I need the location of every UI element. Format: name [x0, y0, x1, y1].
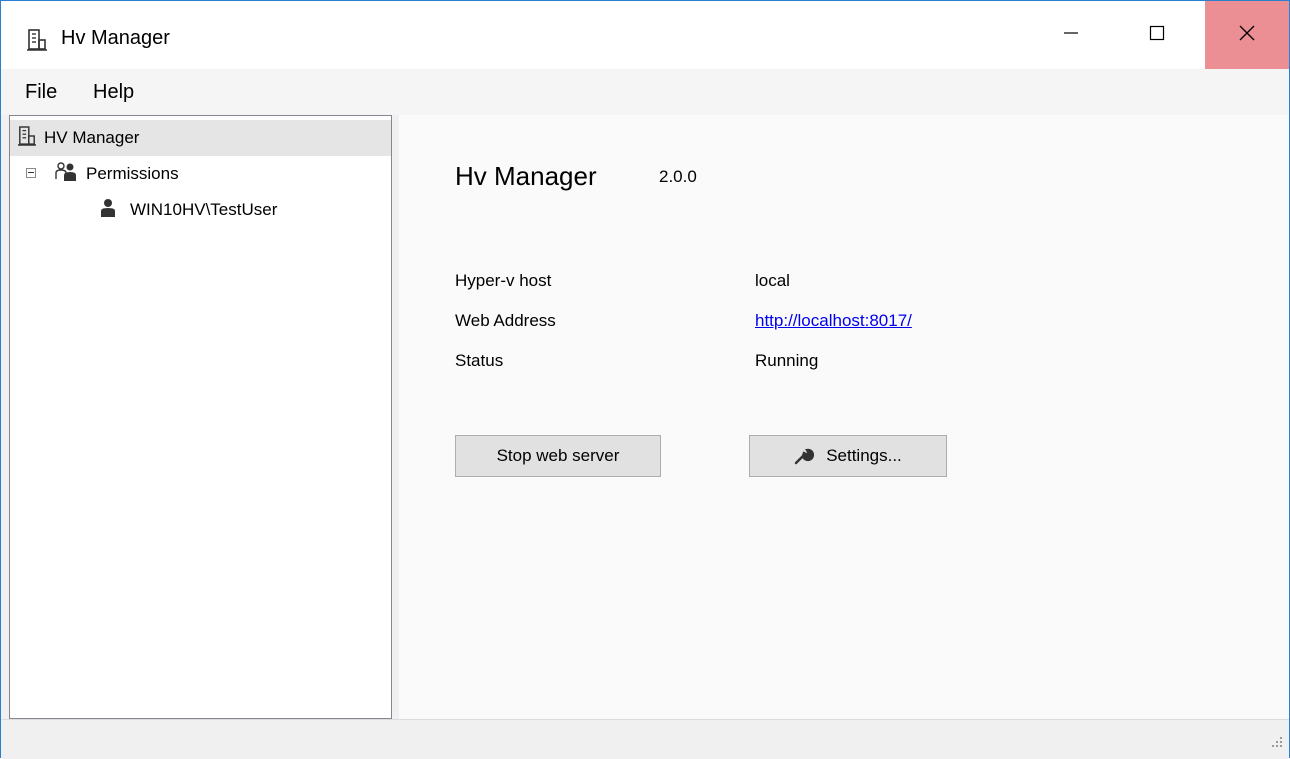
close-button[interactable] — [1205, 1, 1289, 69]
resize-grip-icon[interactable] — [1269, 734, 1283, 753]
button-label: Stop web server — [496, 446, 620, 465]
tree-item-hv-manager[interactable]: HV Manager — [10, 120, 391, 156]
building-icon — [27, 29, 47, 51]
menu-file[interactable]: File — [25, 81, 57, 104]
details-panel: Hv Manager 2.0.0 Hyper-v host local Web … — [399, 115, 1289, 719]
title-bar[interactable]: Hv Manager — [1, 1, 1289, 69]
maximize-icon — [1149, 25, 1165, 46]
value-hyperv-host: local — [755, 271, 790, 290]
stop-web-server-button[interactable]: Stop web server — [455, 435, 661, 477]
status-bar — [1, 719, 1289, 759]
app-window: Hv Manager File Help HV Manager Permissi… — [0, 0, 1290, 759]
tree-item-permissions[interactable]: Permissions — [54, 156, 179, 192]
label-status: Status — [455, 351, 504, 370]
users-icon — [54, 161, 78, 187]
maximize-button[interactable] — [1123, 1, 1191, 69]
app-version: 2.0.0 — [659, 167, 697, 186]
close-icon — [1238, 24, 1256, 47]
navigation-tree[interactable]: HV Manager Permissions WIN10HV\TestUser — [9, 115, 392, 719]
tree-item-label: WIN10HV\TestUser — [130, 200, 278, 219]
wrench-icon — [794, 447, 815, 465]
window-title: Hv Manager — [61, 27, 170, 49]
tree-item-label: Permissions — [86, 164, 179, 183]
minimize-icon — [1063, 25, 1079, 46]
settings-button[interactable]: Settings... — [749, 435, 947, 477]
building-icon — [18, 125, 36, 151]
minimize-button[interactable] — [1037, 1, 1105, 69]
user-icon — [100, 198, 116, 223]
menu-bar: File Help — [1, 69, 1289, 115]
tree-item-user[interactable]: WIN10HV\TestUser — [100, 192, 277, 228]
value-status: Running — [755, 351, 819, 370]
collapse-toggle[interactable] — [26, 168, 36, 178]
tree-item-label: HV Manager — [44, 128, 140, 147]
button-label: Settings... — [826, 446, 902, 465]
label-web-address: Web Address — [455, 311, 556, 330]
web-address-link[interactable]: http://localhost:8017/ — [755, 311, 912, 331]
label-hyperv-host: Hyper-v host — [455, 271, 552, 290]
app-name: Hv Manager — [455, 161, 597, 191]
menu-help[interactable]: Help — [93, 81, 134, 104]
